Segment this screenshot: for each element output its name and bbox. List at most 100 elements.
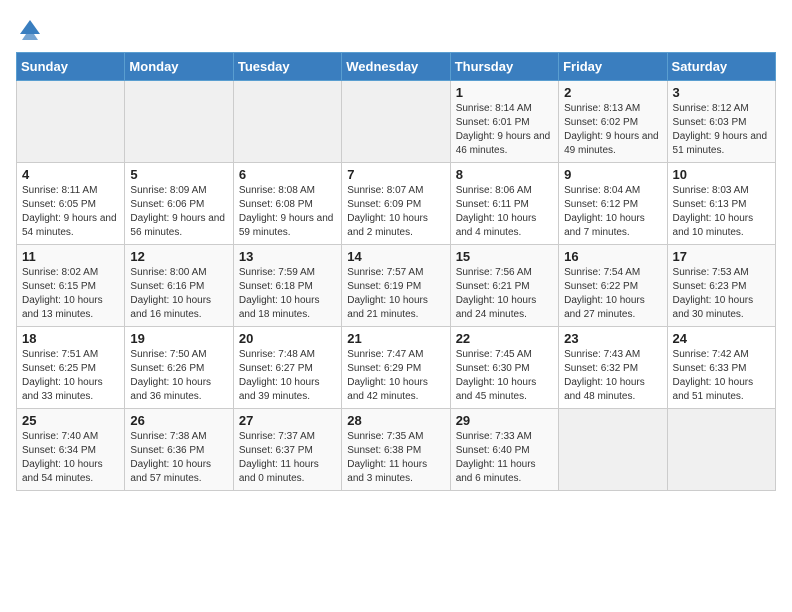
day-number: 16 [564, 249, 661, 264]
day-cell: 15Sunrise: 7:56 AM Sunset: 6:21 PM Dayli… [450, 245, 558, 327]
day-info: Sunrise: 7:47 AM Sunset: 6:29 PM Dayligh… [347, 348, 444, 404]
calendar-table: SundayMondayTuesdayWednesdayThursdayFrid… [16, 52, 776, 491]
day-cell: 14 Sunrise: 7:57 AM Sunset: 6:19 PM Dayli… [342, 245, 450, 327]
day-cell: 3Sunrise: 8:12 AM Sunset: 6:03 PM Daylig… [667, 81, 775, 163]
day-cell [233, 81, 341, 163]
logo-icon [18, 16, 42, 40]
day-info: Sunrise: 7:54 AM Sunset: 6:22 PM Dayligh… [564, 266, 661, 322]
day-number: 13 [239, 249, 336, 264]
day-cell [667, 409, 775, 491]
day-cell: 13 Sunrise: 7:59 AM Sunset: 6:18 PM Dayli… [233, 245, 341, 327]
day-info: Sunrise: 7:43 AM Sunset: 6:32 PM Dayligh… [564, 348, 661, 404]
day-number: 11 [22, 249, 119, 264]
day-info: Sunrise: 7:45 AM Sunset: 6:30 PM Dayligh… [456, 348, 553, 404]
week-row-2: 4Sunrise: 8:11 AM Sunset: 6:05 PM Daylig… [17, 163, 776, 245]
day-number: 8 [456, 167, 553, 182]
calendar-header: SundayMondayTuesdayWednesdayThursdayFrid… [17, 53, 776, 81]
day-number: 23 [564, 331, 661, 346]
day-number: 19 [130, 331, 227, 346]
day-number: 27 [239, 413, 336, 428]
day-cell: 7 Sunrise: 8:07 AM Sunset: 6:09 PM Daylig… [342, 163, 450, 245]
day-number: 21 [347, 331, 444, 346]
day-cell: 24 Sunrise: 7:42 AM Sunset: 6:33 PM Dayli… [667, 327, 775, 409]
day-cell: 18Sunrise: 7:51 AM Sunset: 6:25 PM Dayli… [17, 327, 125, 409]
day-number: 3 [673, 85, 770, 100]
day-cell: 22 Sunrise: 7:45 AM Sunset: 6:30 PM Dayli… [450, 327, 558, 409]
week-row-4: 18Sunrise: 7:51 AM Sunset: 6:25 PM Dayli… [17, 327, 776, 409]
day-info: Sunrise: 8:03 AM Sunset: 6:13 PM Dayligh… [673, 184, 770, 240]
day-cell: 1 Sunrise: 8:14 AM Sunset: 6:01 PM Daylig… [450, 81, 558, 163]
day-number: 9 [564, 167, 661, 182]
day-number: 10 [673, 167, 770, 182]
day-cell: 8 Sunrise: 8:06 AM Sunset: 6:11 PM Daylig… [450, 163, 558, 245]
header-cell-saturday: Saturday [667, 53, 775, 81]
day-info: Sunrise: 7:38 AM Sunset: 6:36 PM Dayligh… [130, 430, 227, 486]
day-number: 14 [347, 249, 444, 264]
day-info: Sunrise: 7:33 AM Sunset: 6:40 PM Dayligh… [456, 430, 553, 486]
day-info: Sunrise: 8:09 AM Sunset: 6:06 PM Dayligh… [130, 184, 227, 240]
day-cell: 17Sunrise: 7:53 AM Sunset: 6:23 PM Dayli… [667, 245, 775, 327]
week-row-5: 25 Sunrise: 7:40 AM Sunset: 6:34 PM Dayli… [17, 409, 776, 491]
day-cell: 27 Sunrise: 7:37 AM Sunset: 6:37 PM Dayli… [233, 409, 341, 491]
day-info: Sunrise: 7:57 AM Sunset: 6:19 PM Dayligh… [347, 266, 444, 322]
day-cell: 4Sunrise: 8:11 AM Sunset: 6:05 PM Daylig… [17, 163, 125, 245]
day-info: Sunrise: 8:13 AM Sunset: 6:02 PM Dayligh… [564, 102, 661, 158]
day-number: 7 [347, 167, 444, 182]
day-cell: 16 Sunrise: 7:54 AM Sunset: 6:22 PM Dayli… [559, 245, 667, 327]
header-cell-sunday: Sunday [17, 53, 125, 81]
day-cell: 5Sunrise: 8:09 AM Sunset: 6:06 PM Daylig… [125, 163, 233, 245]
week-row-1: 1 Sunrise: 8:14 AM Sunset: 6:01 PM Daylig… [17, 81, 776, 163]
day-info: Sunrise: 8:07 AM Sunset: 6:09 PM Dayligh… [347, 184, 444, 240]
day-cell: 12 Sunrise: 8:00 AM Sunset: 6:16 PM Dayli… [125, 245, 233, 327]
header-cell-wednesday: Wednesday [342, 53, 450, 81]
header-cell-thursday: Thursday [450, 53, 558, 81]
day-info: Sunrise: 7:40 AM Sunset: 6:34 PM Dayligh… [22, 430, 119, 486]
day-cell: 11 Sunrise: 8:02 AM Sunset: 6:15 PM Dayli… [17, 245, 125, 327]
day-info: Sunrise: 7:48 AM Sunset: 6:27 PM Dayligh… [239, 348, 336, 404]
day-cell: 20 Sunrise: 7:48 AM Sunset: 6:27 PM Dayli… [233, 327, 341, 409]
day-cell [342, 81, 450, 163]
day-number: 24 [673, 331, 770, 346]
day-cell [17, 81, 125, 163]
day-cell [559, 409, 667, 491]
day-cell [125, 81, 233, 163]
day-cell: 28 Sunrise: 7:35 AM Sunset: 6:38 PM Dayli… [342, 409, 450, 491]
day-cell: 21 Sunrise: 7:47 AM Sunset: 6:29 PM Dayli… [342, 327, 450, 409]
day-number: 12 [130, 249, 227, 264]
day-info: Sunrise: 8:06 AM Sunset: 6:11 PM Dayligh… [456, 184, 553, 240]
day-number: 2 [564, 85, 661, 100]
day-cell: 9 Sunrise: 8:04 AM Sunset: 6:12 PM Daylig… [559, 163, 667, 245]
day-info: Sunrise: 7:42 AM Sunset: 6:33 PM Dayligh… [673, 348, 770, 404]
day-number: 25 [22, 413, 119, 428]
day-info: Sunrise: 7:35 AM Sunset: 6:38 PM Dayligh… [347, 430, 444, 486]
day-cell: 19 Sunrise: 7:50 AM Sunset: 6:26 PM Dayli… [125, 327, 233, 409]
day-number: 28 [347, 413, 444, 428]
week-row-3: 11 Sunrise: 8:02 AM Sunset: 6:15 PM Dayli… [17, 245, 776, 327]
day-info: Sunrise: 7:59 AM Sunset: 6:18 PM Dayligh… [239, 266, 336, 322]
day-number: 1 [456, 85, 553, 100]
day-cell: 10 Sunrise: 8:03 AM Sunset: 6:13 PM Dayli… [667, 163, 775, 245]
day-cell: 6Sunrise: 8:08 AM Sunset: 6:08 PM Daylig… [233, 163, 341, 245]
day-number: 22 [456, 331, 553, 346]
day-info: Sunrise: 7:37 AM Sunset: 6:37 PM Dayligh… [239, 430, 336, 486]
day-info: Sunrise: 8:04 AM Sunset: 6:12 PM Dayligh… [564, 184, 661, 240]
day-number: 20 [239, 331, 336, 346]
day-info: Sunrise: 8:00 AM Sunset: 6:16 PM Dayligh… [130, 266, 227, 322]
day-number: 26 [130, 413, 227, 428]
day-cell: 25 Sunrise: 7:40 AM Sunset: 6:34 PM Dayli… [17, 409, 125, 491]
day-info: Sunrise: 8:11 AM Sunset: 6:05 PM Dayligh… [22, 184, 119, 240]
day-cell: 26 Sunrise: 7:38 AM Sunset: 6:36 PM Dayli… [125, 409, 233, 491]
day-number: 6 [239, 167, 336, 182]
logo [16, 16, 42, 40]
day-cell: 2 Sunrise: 8:13 AM Sunset: 6:02 PM Daylig… [559, 81, 667, 163]
day-info: Sunrise: 8:14 AM Sunset: 6:01 PM Dayligh… [456, 102, 553, 158]
day-info: Sunrise: 7:53 AM Sunset: 6:23 PM Dayligh… [673, 266, 770, 322]
day-info: Sunrise: 7:50 AM Sunset: 6:26 PM Dayligh… [130, 348, 227, 404]
page-header [16, 16, 776, 40]
day-cell: 29Sunrise: 7:33 AM Sunset: 6:40 PM Dayli… [450, 409, 558, 491]
day-info: Sunrise: 8:02 AM Sunset: 6:15 PM Dayligh… [22, 266, 119, 322]
day-number: 15 [456, 249, 553, 264]
day-info: Sunrise: 7:51 AM Sunset: 6:25 PM Dayligh… [22, 348, 119, 404]
header-cell-tuesday: Tuesday [233, 53, 341, 81]
header-row: SundayMondayTuesdayWednesdayThursdayFrid… [17, 53, 776, 81]
